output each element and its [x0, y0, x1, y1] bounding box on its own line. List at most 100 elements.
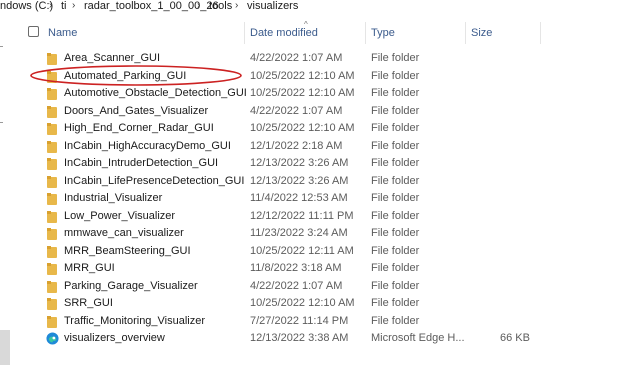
- file-type: File folder: [371, 69, 420, 82]
- file-name: visualizers_overview: [64, 332, 165, 344]
- file-date: 10/25/2022 12:10 AM: [250, 69, 355, 82]
- file-date: 11/23/2022 3:24 AM: [250, 227, 348, 239]
- file-name: Low_Power_Visualizer: [64, 209, 176, 222]
- file-type: Microsoft Edge H...: [371, 332, 465, 344]
- file-type: File folder: [371, 104, 420, 117]
- folder-icon: [47, 140, 57, 153]
- file-name: MRR_BeamSteering_GUI: [64, 244, 191, 257]
- folder-icon: [47, 158, 57, 170]
- file-name: Traffic_Monitoring_Visualizer: [64, 314, 206, 327]
- folder-icon: [47, 88, 57, 100]
- column-divider[interactable]: [465, 22, 466, 44]
- file-name: High_End_Corner_Radar_GUI: [64, 122, 214, 134]
- file-name: Automotive_Obstacle_Detection_GUI: [64, 87, 247, 99]
- breadcrumb: ndows (C:) › ti › radar_toolbox_1_00_00_…: [0, 0, 640, 14]
- column-header-name[interactable]: Name: [48, 27, 77, 39]
- file-type: File folder: [371, 262, 420, 274]
- list-item[interactable]: InCabin_IntruderDetection_GUI 12/13/2022…: [0, 155, 640, 172]
- chevron-right-icon: ›: [72, 0, 76, 11]
- chevron-right-icon: ›: [49, 0, 53, 11]
- list-item[interactable]: Automotive_Obstacle_Detection_GUI 10/25/…: [0, 85, 640, 102]
- file-type: File folder: [371, 279, 420, 292]
- column-header-size[interactable]: Size: [471, 27, 492, 39]
- file-name: InCabin_IntruderDetection_GUI: [64, 157, 219, 169]
- file-type: File folder: [371, 157, 420, 169]
- list-item[interactable]: SRR_GUI 10/25/2022 12:10 AM File folder: [0, 295, 640, 312]
- list-item[interactable]: Industrial_Visualizer 11/4/2022 12:53 AM…: [0, 190, 640, 207]
- file-date: 12/12/2022 11:11 PM: [250, 209, 354, 222]
- file-date: 12/13/2022 3:38 AM: [250, 332, 349, 344]
- file-date: 10/25/2022 12:11 AM: [250, 244, 354, 257]
- file-name: mmwave_can_visualizer: [64, 227, 184, 239]
- chevron-right-icon: ›: [235, 0, 239, 11]
- file-type: File folder: [371, 244, 420, 257]
- list-item[interactable]: MRR_GUI 11/8/2022 3:18 AM File folder: [0, 260, 640, 277]
- breadcrumb-segment-visualizers[interactable]: visualizers: [247, 0, 298, 12]
- column-divider[interactable]: [244, 22, 245, 44]
- column-header-row: Name ^ Date modified Type Size: [0, 20, 640, 44]
- file-date: 4/22/2022 1:07 AM: [250, 279, 343, 292]
- folder-icon: [47, 315, 57, 328]
- select-all-checkbox[interactable]: [28, 26, 39, 37]
- file-type: File folder: [371, 52, 420, 64]
- file-name: Doors_And_Gates_Visualizer: [64, 104, 209, 117]
- file-type: File folder: [371, 227, 420, 239]
- folder-icon: [47, 298, 57, 310]
- file-date: 4/22/2022 1:07 AM: [250, 52, 343, 64]
- file-date: 10/25/2022 12:10 AM: [250, 122, 355, 134]
- file-date: 10/25/2022 12:10 AM: [250, 87, 355, 99]
- breadcrumb-segment-tools[interactable]: tools: [209, 0, 232, 12]
- file-name: MRR_GUI: [64, 262, 115, 274]
- breadcrumb-segment-ti[interactable]: ti: [61, 0, 67, 12]
- file-date: 12/13/2022 3:26 AM: [250, 174, 349, 187]
- list-item[interactable]: Low_Power_Visualizer 12/12/2022 11:11 PM…: [0, 208, 640, 225]
- annotation-ellipse: [30, 65, 242, 86]
- file-type: File folder: [371, 139, 420, 152]
- column-header-date[interactable]: Date modified: [250, 27, 318, 39]
- column-divider[interactable]: [365, 22, 366, 44]
- file-type: File folder: [371, 122, 420, 134]
- folder-icon: [47, 280, 57, 293]
- folder-icon: [47, 193, 57, 205]
- file-type: File folder: [371, 314, 420, 327]
- file-type: File folder: [371, 297, 420, 309]
- list-item[interactable]: Doors_And_Gates_Visualizer 4/22/2022 1:0…: [0, 103, 640, 120]
- file-size: 66 KB: [500, 332, 530, 344]
- left-pane-edge: [0, 46, 3, 47]
- file-name: Industrial_Visualizer: [64, 192, 163, 204]
- file-name: Parking_Garage_Visualizer: [64, 279, 198, 292]
- folder-icon: [47, 105, 57, 118]
- file-name: SRR_GUI: [64, 297, 113, 309]
- file-name: InCabin_LifePresenceDetection_GUI: [64, 174, 245, 187]
- list-item[interactable]: visualizers_overview 12/13/2022 3:38 AM …: [0, 330, 640, 347]
- list-item[interactable]: mmwave_can_visualizer 11/23/2022 3:24 AM…: [0, 225, 640, 242]
- folder-icon: [47, 228, 57, 240]
- list-item[interactable]: Traffic_Monitoring_Visualizer 7/27/2022 …: [0, 313, 640, 330]
- folder-icon: [47, 210, 57, 223]
- chevron-right-icon: ›: [197, 0, 201, 11]
- edge-icon: [46, 332, 59, 345]
- column-header-type[interactable]: Type: [371, 27, 395, 39]
- file-date: 12/13/2022 3:26 AM: [250, 157, 349, 169]
- list-item[interactable]: Parking_Garage_Visualizer 4/22/2022 1:07…: [0, 278, 640, 295]
- folder-icon: [47, 263, 57, 275]
- list-item[interactable]: High_End_Corner_Radar_GUI 10/25/2022 12:…: [0, 120, 640, 137]
- file-type: File folder: [371, 192, 420, 204]
- file-date: 10/25/2022 12:10 AM: [250, 297, 355, 309]
- file-name: Area_Scanner_GUI: [64, 52, 160, 64]
- file-date: 11/8/2022 3:18 AM: [250, 262, 342, 274]
- column-divider[interactable]: [540, 22, 541, 44]
- file-date: 12/1/2022 2:18 AM: [250, 139, 343, 152]
- file-type: File folder: [371, 174, 420, 187]
- folder-icon: [47, 245, 57, 258]
- folder-icon: [47, 175, 57, 188]
- folder-icon: [47, 123, 57, 135]
- file-type: File folder: [371, 209, 420, 222]
- file-name: InCabin_HighAccuracyDemo_GUI: [64, 139, 231, 152]
- file-type: File folder: [371, 87, 420, 99]
- list-item[interactable]: InCabin_LifePresenceDetection_GUI 12/13/…: [0, 173, 640, 190]
- list-item[interactable]: InCabin_HighAccuracyDemo_GUI 12/1/2022 2…: [0, 138, 640, 155]
- breadcrumb-segment-drive[interactable]: ndows (C:): [0, 0, 53, 12]
- file-date: 11/4/2022 12:53 AM: [250, 192, 348, 204]
- list-item[interactable]: MRR_BeamSteering_GUI 10/25/2022 12:11 AM…: [0, 243, 640, 260]
